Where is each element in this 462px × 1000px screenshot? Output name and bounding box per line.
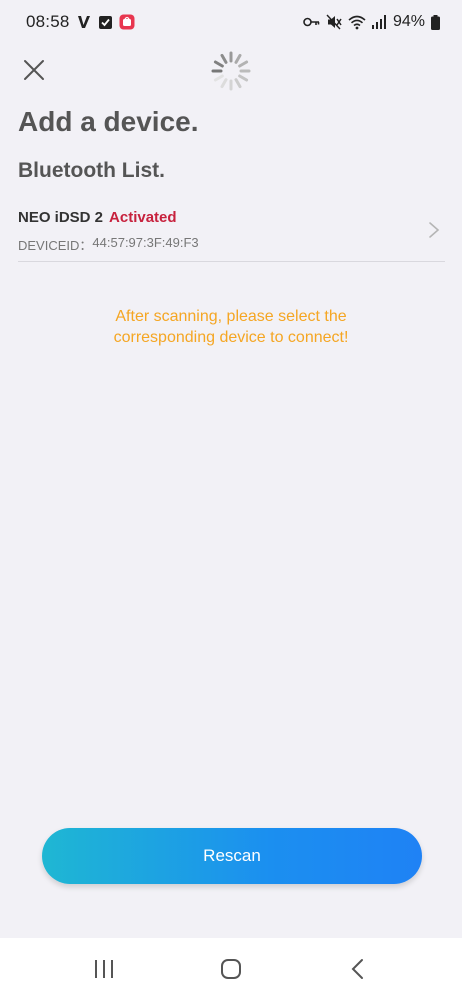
home-icon (220, 959, 241, 979)
device-id: DEVICEID： 44:57:97:3F:49:F3 (18, 235, 199, 254)
mute-icon (326, 14, 342, 30)
device-id-value: 44:57:97:3F:49:F3 (92, 235, 199, 250)
device-id-label: DEVICEID： (18, 238, 93, 253)
device-status-badge: Activated (109, 209, 177, 226)
battery-icon (431, 14, 440, 30)
checkbox-notification-icon (98, 15, 113, 30)
device-name: NEO iDSD 2 (18, 209, 104, 226)
loading-spinner-icon (208, 48, 254, 94)
status-left: 08:58 (26, 12, 135, 32)
shop-app-icon (119, 14, 135, 30)
back-icon (351, 959, 364, 979)
status-bar: 08:58 94% (0, 0, 462, 44)
close-icon (24, 60, 44, 80)
close-button[interactable] (20, 56, 48, 84)
status-right: 94% (303, 13, 440, 31)
bluetooth-list-title: Bluetooth List. (18, 159, 165, 182)
scan-hint-line1: After scanning, please select the (115, 308, 347, 325)
status-time: 08:58 (26, 12, 70, 31)
signal-icon (371, 15, 387, 29)
rescan-button[interactable]: Rescan (42, 828, 422, 884)
vpn-key-icon (303, 16, 320, 28)
navigation-bar (0, 938, 462, 1000)
page-title: Add a device. (18, 106, 199, 137)
recents-button[interactable] (74, 944, 134, 994)
device-header: NEO iDSD 2 Activated (18, 209, 177, 226)
recents-icon (94, 960, 113, 978)
device-list-item[interactable]: NEO iDSD 2 Activated DEVICEID： 44:57:97:… (18, 200, 445, 262)
back-button[interactable] (328, 944, 388, 994)
v-app-icon (76, 14, 92, 30)
wifi-icon (348, 15, 366, 30)
home-button[interactable] (201, 944, 261, 994)
chevron-right-icon (429, 222, 440, 238)
battery-percent: 94% (392, 13, 425, 30)
scan-hint: After scanning, please select the corres… (40, 306, 422, 348)
scan-hint-line2: corresponding device to connect! (113, 329, 349, 346)
